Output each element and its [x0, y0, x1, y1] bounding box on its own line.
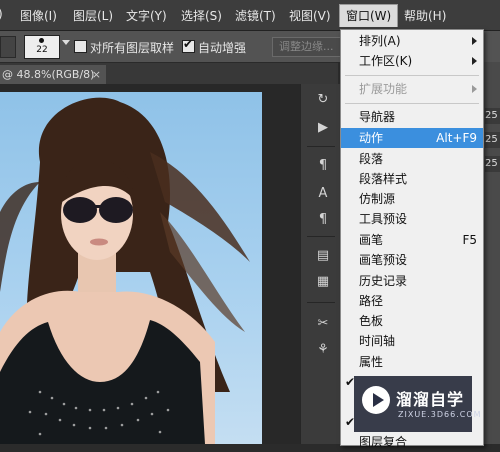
- sample-all-layers-label: 对所有图层取样: [90, 41, 175, 55]
- character-icon[interactable]: A: [315, 186, 331, 202]
- menu-select[interactable]: 选择(S): [181, 7, 222, 24]
- menu-layer[interactable]: 图层(L): [73, 7, 113, 24]
- menu-view[interactable]: 视图(V): [289, 7, 331, 24]
- menu-item-timeline[interactable]: 时间轴: [341, 331, 483, 351]
- auto-enhance-checkbox[interactable]: ✔: [182, 37, 195, 53]
- menu-item-workspace[interactable]: 工作区(K): [341, 51, 483, 71]
- menu-image[interactable]: 图像(I): [20, 7, 57, 24]
- tools-icon[interactable]: ✂: [315, 316, 331, 332]
- menu-filter[interactable]: 滤镜(T): [235, 7, 276, 24]
- history-icon[interactable]: ↻: [315, 92, 331, 108]
- play-logo-icon: [362, 386, 390, 414]
- refine-edge-button[interactable]: 调整边缘...: [272, 37, 346, 57]
- brush-picker[interactable]: 22: [24, 35, 60, 59]
- menu-item-actions[interactable]: 动作 Alt+F9: [341, 128, 483, 148]
- close-icon[interactable]: ×: [92, 65, 101, 84]
- menu-edit-partial[interactable]: ): [0, 7, 3, 21]
- menu-separator: [345, 103, 479, 104]
- play-icon[interactable]: ▶: [315, 120, 331, 136]
- menu-item-navigator[interactable]: 导航器: [341, 107, 483, 127]
- submenu-arrow-icon: [472, 37, 477, 45]
- menu-item-properties[interactable]: 属性: [341, 352, 483, 372]
- clone-source-icon[interactable]: ⚘: [315, 342, 331, 358]
- shortcut-label: Alt+F9: [436, 131, 477, 145]
- checkmark-icon: ✔: [183, 37, 194, 51]
- divider: [307, 236, 335, 237]
- menu-item-paragraph-styles[interactable]: 段落样式: [341, 169, 483, 189]
- portrait-photo: [0, 97, 250, 444]
- menu-item-brush-presets[interactable]: 画笔预设: [341, 250, 483, 270]
- menu-item-brush[interactable]: 画笔 F5: [341, 230, 483, 250]
- document-tab-bar: @ 48.8%(RGB/8) ×: [0, 63, 338, 84]
- panel-value-field[interactable]: 25: [485, 108, 500, 124]
- brush-size-value: 22: [36, 45, 48, 55]
- submenu-arrow-icon: [472, 85, 477, 93]
- menu-item-paragraph[interactable]: 段落: [341, 149, 483, 169]
- brush-tip-icon: [39, 38, 44, 43]
- document-image: [0, 92, 262, 444]
- menu-item-history[interactable]: 历史记录: [341, 271, 483, 291]
- divider: [307, 302, 335, 303]
- menu-bar: ) 图像(I) 图层(L) 文字(Y) 选择(S) 滤镜(T) 视图(V) 窗口…: [0, 0, 500, 31]
- character-style-icon[interactable]: ¶: [315, 212, 331, 228]
- menu-item-layer-comps[interactable]: 图层复合: [341, 432, 483, 452]
- menu-item-extensions: 扩展功能: [341, 79, 483, 99]
- menu-window[interactable]: 窗口(W): [339, 4, 399, 27]
- panel-value-field[interactable]: 25: [485, 156, 500, 172]
- document-tab-title: @ 48.8%(RGB/8): [2, 68, 95, 81]
- canvas-area[interactable]: [0, 84, 300, 444]
- panel-icon[interactable]: ▤: [315, 248, 331, 264]
- auto-enhance-label: 自动增强: [198, 41, 247, 55]
- watermark-title: 溜溜自学: [396, 390, 465, 409]
- submenu-arrow-icon: [472, 57, 477, 65]
- menu-type[interactable]: 文字(Y): [126, 7, 167, 24]
- menu-item-tool-presets[interactable]: 工具预设: [341, 209, 483, 229]
- divider: [307, 146, 335, 147]
- tool-preset-picker[interactable]: [0, 36, 16, 58]
- right-panel: 25 25 25: [482, 62, 500, 444]
- menu-help[interactable]: 帮助(H): [404, 7, 446, 24]
- menu-separator: [345, 75, 479, 76]
- panel-icon-strip: ↻ ▶ ¶ A ¶ ▤ ▦ ✂ ⚘: [300, 84, 341, 444]
- sample-all-layers-checkbox[interactable]: [74, 40, 87, 53]
- paragraph-icon[interactable]: ¶: [315, 158, 331, 174]
- chevron-down-icon[interactable]: [62, 40, 70, 45]
- notes-icon[interactable]: ▦: [315, 274, 331, 290]
- menu-item-swatches[interactable]: 色板: [341, 311, 483, 331]
- menu-item-arrange[interactable]: 排列(A): [341, 31, 483, 51]
- menu-item-clone-source[interactable]: 仿制源: [341, 189, 483, 209]
- watermark-url: ZIXUE.3D66.COM: [398, 410, 482, 419]
- watermark: 溜溜自学 ZIXUE.3D66.COM: [354, 376, 481, 432]
- panel-value-field[interactable]: 25: [485, 132, 500, 148]
- shortcut-label: F5: [462, 233, 477, 247]
- menu-item-paths[interactable]: 路径: [341, 291, 483, 311]
- document-tab[interactable]: @ 48.8%(RGB/8) ×: [0, 65, 106, 84]
